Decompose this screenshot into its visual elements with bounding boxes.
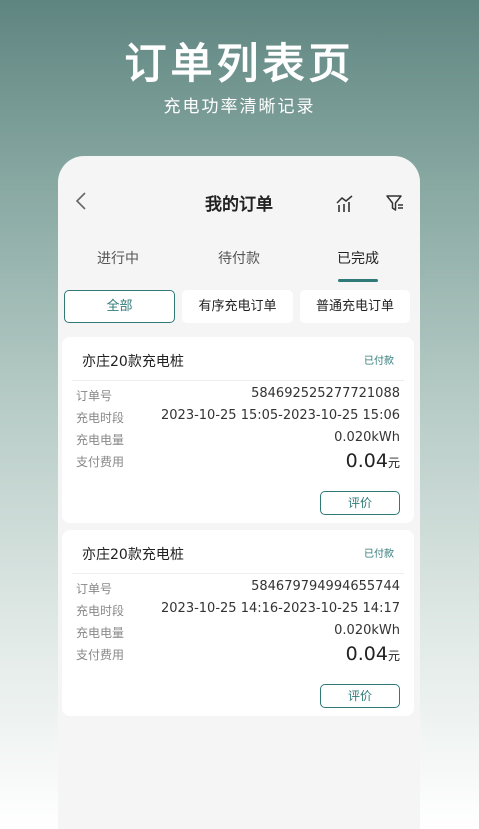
order-no-value: 584679794994655744 [251, 579, 400, 594]
promo-title: 订单列表页 [124, 39, 355, 88]
energy-value: 0.020kWh [334, 623, 400, 638]
fee-label: 支付费用 [76, 648, 125, 662]
energy-label: 充电电量 [76, 626, 125, 640]
promo-subtitle: 充电功率清晰记录 [163, 97, 316, 117]
fee-amount: 0.04 [345, 450, 388, 472]
phone-screen: 我的订单 进行中 待付款 已完成 全部 有序充电订单 普通充电订单 亦庄20款充… [58, 156, 420, 829]
chip-ordered-charging[interactable]: 有序充电订单 [182, 290, 293, 323]
station-name: 亦庄20款充电桩 [82, 354, 184, 370]
status-badge: 已付款 [364, 356, 394, 367]
chip-all[interactable]: 全部 [64, 290, 175, 323]
energy-value: 0.020kWh [334, 430, 400, 445]
currency-unit: 元 [387, 456, 400, 470]
order-no-label: 订单号 [76, 389, 113, 403]
rate-button[interactable]: 评价 [320, 491, 400, 515]
period-value: 2023-10-25 15:05-2023-10-25 15:06 [161, 408, 400, 423]
active-tab-indicator [338, 279, 378, 282]
energy-label: 充电电量 [76, 433, 125, 447]
chip-regular-charging[interactable]: 普通充电订单 [300, 290, 410, 323]
order-no-value: 584692525277721088 [251, 386, 400, 401]
chart-icon [336, 195, 353, 212]
fee-amount: 0.04 [345, 643, 388, 665]
divider [72, 380, 404, 381]
period-label: 充电时段 [76, 604, 125, 618]
station-name: 亦庄20款充电桩 [82, 547, 184, 563]
tab-label: 进行中 [97, 251, 139, 267]
fee-label: 支付费用 [76, 455, 125, 469]
filter-button[interactable] [384, 192, 406, 214]
order-no-label: 订单号 [76, 582, 113, 596]
rate-button[interactable]: 评价 [320, 684, 400, 708]
tab-label: 待付款 [218, 251, 260, 267]
order-card[interactable]: 亦庄20款充电桩 已付款 订单号 584692525277721088 充电时段… [62, 337, 414, 523]
fee-value: 0.04元 [346, 643, 400, 665]
tab-label: 已完成 [337, 251, 379, 267]
period-value: 2023-10-25 14:16-2023-10-25 14:17 [161, 601, 400, 616]
nav-bar: 我的订单 [58, 156, 420, 246]
stats-button[interactable] [334, 192, 356, 214]
tab-in-progress[interactable]: 进行中 [78, 248, 158, 282]
fee-value: 0.04元 [346, 450, 400, 472]
order-card[interactable]: 亦庄20款充电桩 已付款 订单号 584679794994655744 充电时段… [62, 530, 414, 716]
page-title: 我的订单 [205, 195, 273, 215]
status-badge: 已付款 [364, 549, 394, 560]
divider [72, 573, 404, 574]
filter-icon [386, 195, 403, 211]
currency-unit: 元 [387, 649, 400, 663]
order-type-filter: 全部 有序充电订单 普通充电订单 [64, 290, 414, 324]
order-tabs: 进行中 待付款 已完成 [58, 244, 420, 284]
tab-pending-payment[interactable]: 待付款 [199, 248, 279, 282]
tab-completed[interactable]: 已完成 [318, 248, 398, 282]
period-label: 充电时段 [76, 411, 125, 425]
